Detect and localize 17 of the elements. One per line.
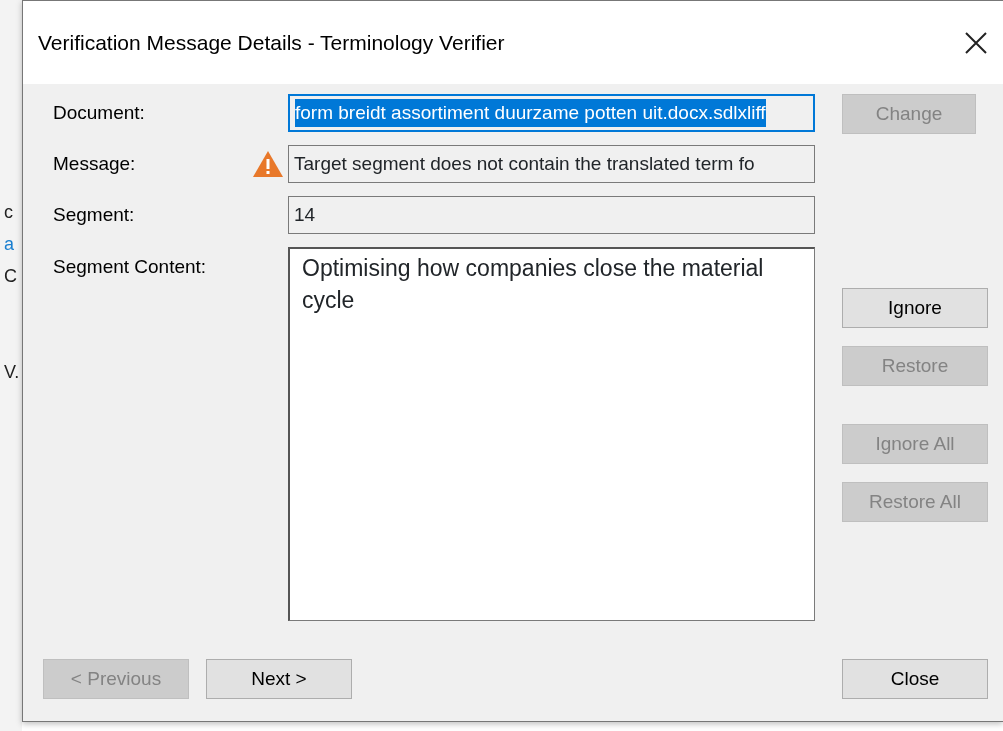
field-label: Document: bbox=[53, 100, 146, 125]
action-button[interactable]: Ignore bbox=[842, 288, 988, 328]
window-title: Verification Message Details - Terminology Verifier bbox=[38, 29, 506, 56]
close-dialog-button[interactable]: Close bbox=[842, 659, 988, 699]
text-field[interactable]: 14 bbox=[288, 196, 815, 234]
background-text: c bbox=[4, 201, 13, 224]
close-icon bbox=[965, 32, 987, 55]
background-text: V. bbox=[4, 361, 20, 384]
nav-button[interactable]: Next > bbox=[206, 659, 352, 699]
text-field[interactable]: form breidt assortiment duurzame potten uit.docx.sdlxliff bbox=[288, 94, 815, 132]
link-text[interactable]: a bbox=[4, 228, 14, 260]
background-text: C bbox=[4, 265, 17, 288]
field-label: Segment Content: bbox=[53, 255, 208, 279]
text-field[interactable]: Target segment does not contain the translated term fo bbox=[288, 145, 815, 183]
field-label: Segment: bbox=[53, 202, 136, 227]
text-area[interactable]: Optimising how companies close the material cycle bbox=[288, 247, 815, 621]
field-label: Message: bbox=[53, 151, 137, 176]
